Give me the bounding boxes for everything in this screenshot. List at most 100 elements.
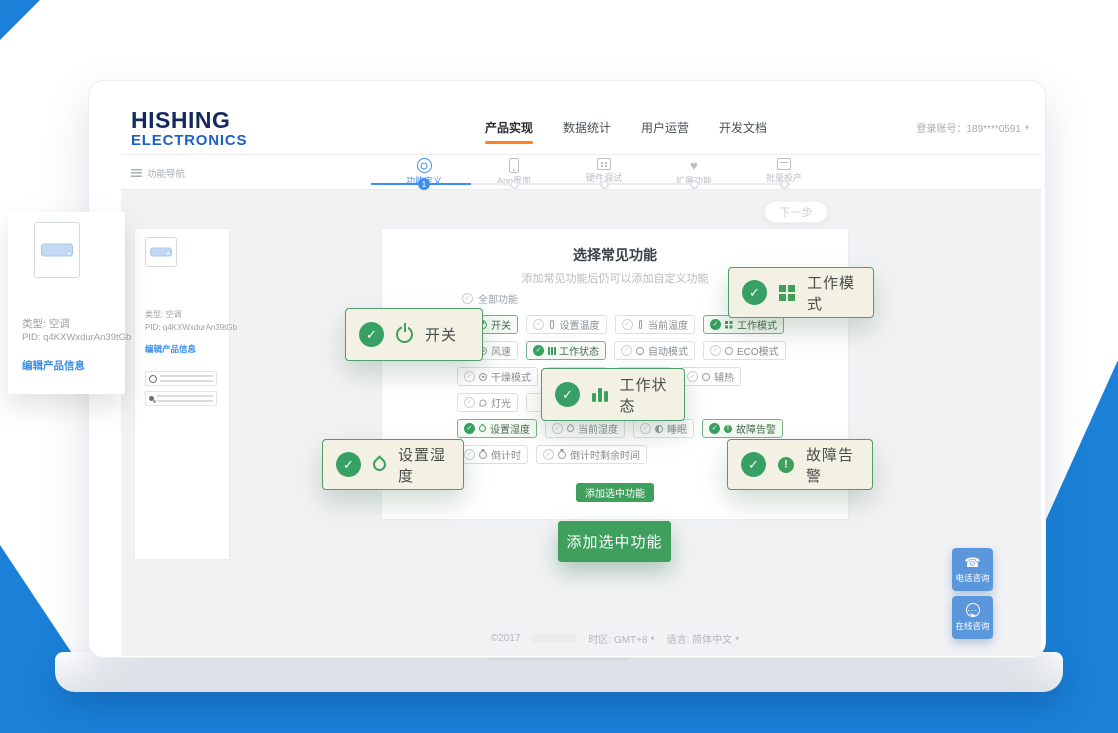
laptop-base (55, 652, 1063, 692)
check-circle-icon (543, 449, 554, 460)
check-circle-icon (622, 319, 633, 330)
drop-icon (566, 424, 576, 434)
chip-label: 设置湿度 (490, 421, 530, 436)
check-circle-icon (533, 319, 544, 330)
product-card-popout: 类型: 空调 PID: q4KXWxdurAn39tGb 编辑产品信息 (8, 212, 125, 394)
product-type: 类型: 空调 (22, 316, 70, 331)
ac-unit-icon (41, 244, 73, 257)
bars-icon (592, 388, 608, 402)
chip-label: 倒计时剩余时间 (570, 447, 640, 462)
add-selected-button[interactable]: 添加选中功能 (576, 483, 654, 502)
grid-icon (725, 321, 733, 329)
check-circle-icon (687, 371, 698, 382)
function-chip[interactable]: 故障告警 (702, 419, 783, 438)
function-chip[interactable]: 干燥模式 (457, 367, 538, 386)
drop-icon (478, 424, 488, 434)
heat-icon (702, 373, 710, 381)
function-chip[interactable]: 自动模式 (614, 341, 695, 360)
function-nav-toggle[interactable]: 功能导航 (131, 166, 185, 180)
thermo-icon (639, 320, 643, 329)
chevron-down-icon: ▾ (651, 634, 655, 643)
check-circle-icon (336, 452, 361, 477)
check-circle-icon (710, 319, 721, 330)
function-chip[interactable]: 设置湿度 (457, 419, 537, 438)
language-selector[interactable]: 语言: 简体中文 ▾ (667, 631, 740, 646)
chat-bubble-icon (966, 603, 980, 617)
chip-label: 自动模式 (648, 343, 688, 358)
function-chip[interactable]: 倒计时剩余时间 (536, 445, 647, 464)
brand-name: HISHING (131, 109, 247, 132)
function-chip[interactable]: 辅热 (680, 367, 741, 386)
chip-label: 故障告警 (736, 421, 776, 436)
chip-label: 灯光 (491, 395, 511, 410)
chip-label: 辅热 (714, 369, 734, 384)
chip-label: 干燥模式 (491, 369, 531, 384)
check-circle-icon (462, 293, 473, 304)
function-chip[interactable]: ECO模式 (703, 341, 786, 360)
next-step-button[interactable]: 下一步 (764, 201, 828, 223)
moon-icon (655, 425, 663, 433)
chip-row: 设置湿度 当前湿度睡眠 故障告警 (457, 419, 777, 438)
check-circle-icon (464, 397, 475, 408)
check-circle-icon (709, 423, 720, 434)
callout-fault-alarm: 故障告警 (727, 439, 873, 490)
function-chip[interactable]: 当前温度 (615, 315, 696, 334)
check-circle-icon (555, 382, 580, 407)
consult-button-group: ☎ 电话咨询 在线咨询 (952, 548, 993, 639)
product-pid: PID: q4KXWxdurAn39tGb (22, 332, 131, 343)
alert-icon (778, 457, 794, 473)
eco-icon (725, 347, 733, 355)
chip-label: 当前湿度 (578, 421, 618, 436)
account-label: 登录账号：189****0591 (916, 120, 1021, 135)
google-assistant-icon (149, 396, 154, 401)
function-chip[interactable]: 灯光 (457, 393, 518, 412)
nav-item-product[interactable]: 产品实现 (485, 113, 533, 142)
app-header: HISHING ELECTRONICS 产品实现 数据统计 用户运营 开发文档 … (121, 100, 1041, 155)
check-circle-icon (464, 449, 475, 460)
step-dot (510, 180, 519, 189)
add-selected-button-popout: 添加选中功能 (558, 521, 671, 562)
online-consult-button[interactable]: 在线咨询 (952, 596, 993, 639)
nav-item-operations[interactable]: 用户运营 (641, 113, 689, 142)
corner-triangle-decoration (0, 0, 40, 40)
function-chip[interactable]: 倒计时 (457, 445, 528, 464)
callout-work-mode: 工作模式 (728, 267, 874, 318)
product-type: 类型: 空调 (145, 309, 181, 320)
amazon-alexa-badge (145, 371, 217, 386)
badge-text-placeholder (157, 395, 213, 402)
heart-icon (687, 158, 702, 173)
chip-label: 倒计时 (491, 447, 521, 462)
step-dot-active: 1 (418, 178, 430, 190)
chip-label: 风速 (491, 343, 511, 358)
air-conditioner-image (34, 222, 80, 278)
nav-item-docs[interactable]: 开发文档 (719, 113, 767, 142)
function-chip[interactable]: 设置温度 (526, 315, 607, 334)
account-menu[interactable]: 登录账号：189****0591 ▾ (916, 100, 1029, 155)
select-all-label: 全部功能 (478, 291, 518, 306)
redacted-company-name (532, 634, 576, 643)
target-icon (417, 158, 432, 173)
grid-icon (779, 285, 795, 301)
check-circle-icon (464, 371, 475, 382)
function-chip[interactable]: 睡眠 (633, 419, 694, 438)
product-pid: PID: q4KXWxdurAn39tGb (145, 323, 237, 332)
droplet-icon (370, 455, 388, 473)
google-assistant-badge (145, 391, 217, 406)
phone-consult-button[interactable]: ☎ 电话咨询 (952, 548, 993, 591)
edit-product-link[interactable]: 编辑产品信息 (145, 343, 196, 355)
function-chip[interactable]: 工作状态 (526, 341, 606, 360)
light-icon (479, 399, 487, 407)
nav-item-statistics[interactable]: 数据统计 (563, 113, 611, 142)
bottom-band-decoration (0, 690, 1118, 733)
thermo-icon (550, 320, 554, 329)
box-icon (777, 158, 791, 170)
bars-icon (548, 347, 550, 355)
select-all-checkbox[interactable]: 全部功能 (462, 291, 518, 306)
power-icon (396, 326, 413, 343)
dry-icon (479, 373, 487, 381)
chip-label: ECO模式 (737, 343, 779, 358)
chevron-down-icon: ▾ (1025, 123, 1029, 132)
chip-row: 开关设置温度当前温度工作模式 (457, 315, 777, 334)
function-chip[interactable]: 当前湿度 (545, 419, 625, 438)
timezone-selector[interactable]: 时区: GMT+8 ▾ (588, 631, 654, 646)
